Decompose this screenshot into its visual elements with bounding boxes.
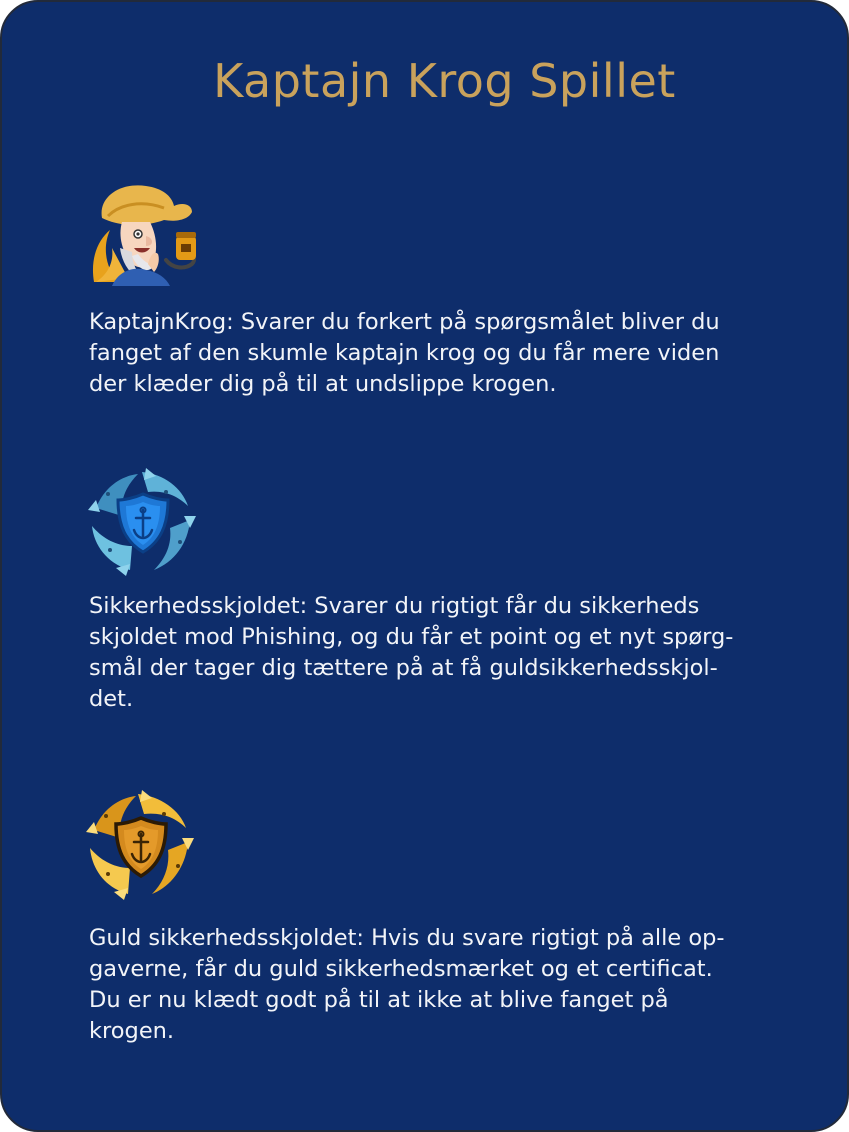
gold-shield-description: Guld sikkerhedsskjoldet: Hvis du svare r… bbox=[89, 923, 779, 1047]
blue-fish-shield-icon bbox=[86, 466, 200, 578]
description-line: skjoldet mod Phishing, og du får et poin… bbox=[89, 624, 734, 650]
security-shield-description: Sikkerhedsskjoldet: Svarer du rigtigt få… bbox=[89, 591, 779, 715]
description-line: smål der tager dig tættere på at få guld… bbox=[89, 655, 718, 681]
description-line: fanget af den skumle kaptajn krog og du … bbox=[89, 340, 720, 366]
gold-fish-shield-icon bbox=[84, 788, 198, 902]
captain-hook-pirate-icon bbox=[88, 178, 208, 286]
description-line: krogen. bbox=[89, 1018, 175, 1044]
description-line: Sikkerhedsskjoldet: Svarer du rigtigt få… bbox=[89, 593, 700, 619]
page-title: Kaptajn Krog Spillet bbox=[213, 54, 676, 108]
description-line: det. bbox=[89, 686, 134, 712]
description-line: KaptajnKrog: Svarer du forkert på spørgs… bbox=[89, 309, 720, 335]
description-line: der klæder dig på til at undslippe kroge… bbox=[89, 371, 557, 397]
captain-hook-description: KaptajnKrog: Svarer du forkert på spørgs… bbox=[89, 307, 779, 400]
description-line: Du er nu klædt godt på til at ikke at bl… bbox=[89, 987, 669, 1013]
game-info-card: Kaptajn Krog Spillet KaptajnKrog: Svarer… bbox=[0, 0, 849, 1132]
description-line: Guld sikkerhedsskjoldet: Hvis du svare r… bbox=[89, 925, 725, 951]
description-line: gaverne, får du guld sikkerhedsmærket og… bbox=[89, 956, 713, 982]
